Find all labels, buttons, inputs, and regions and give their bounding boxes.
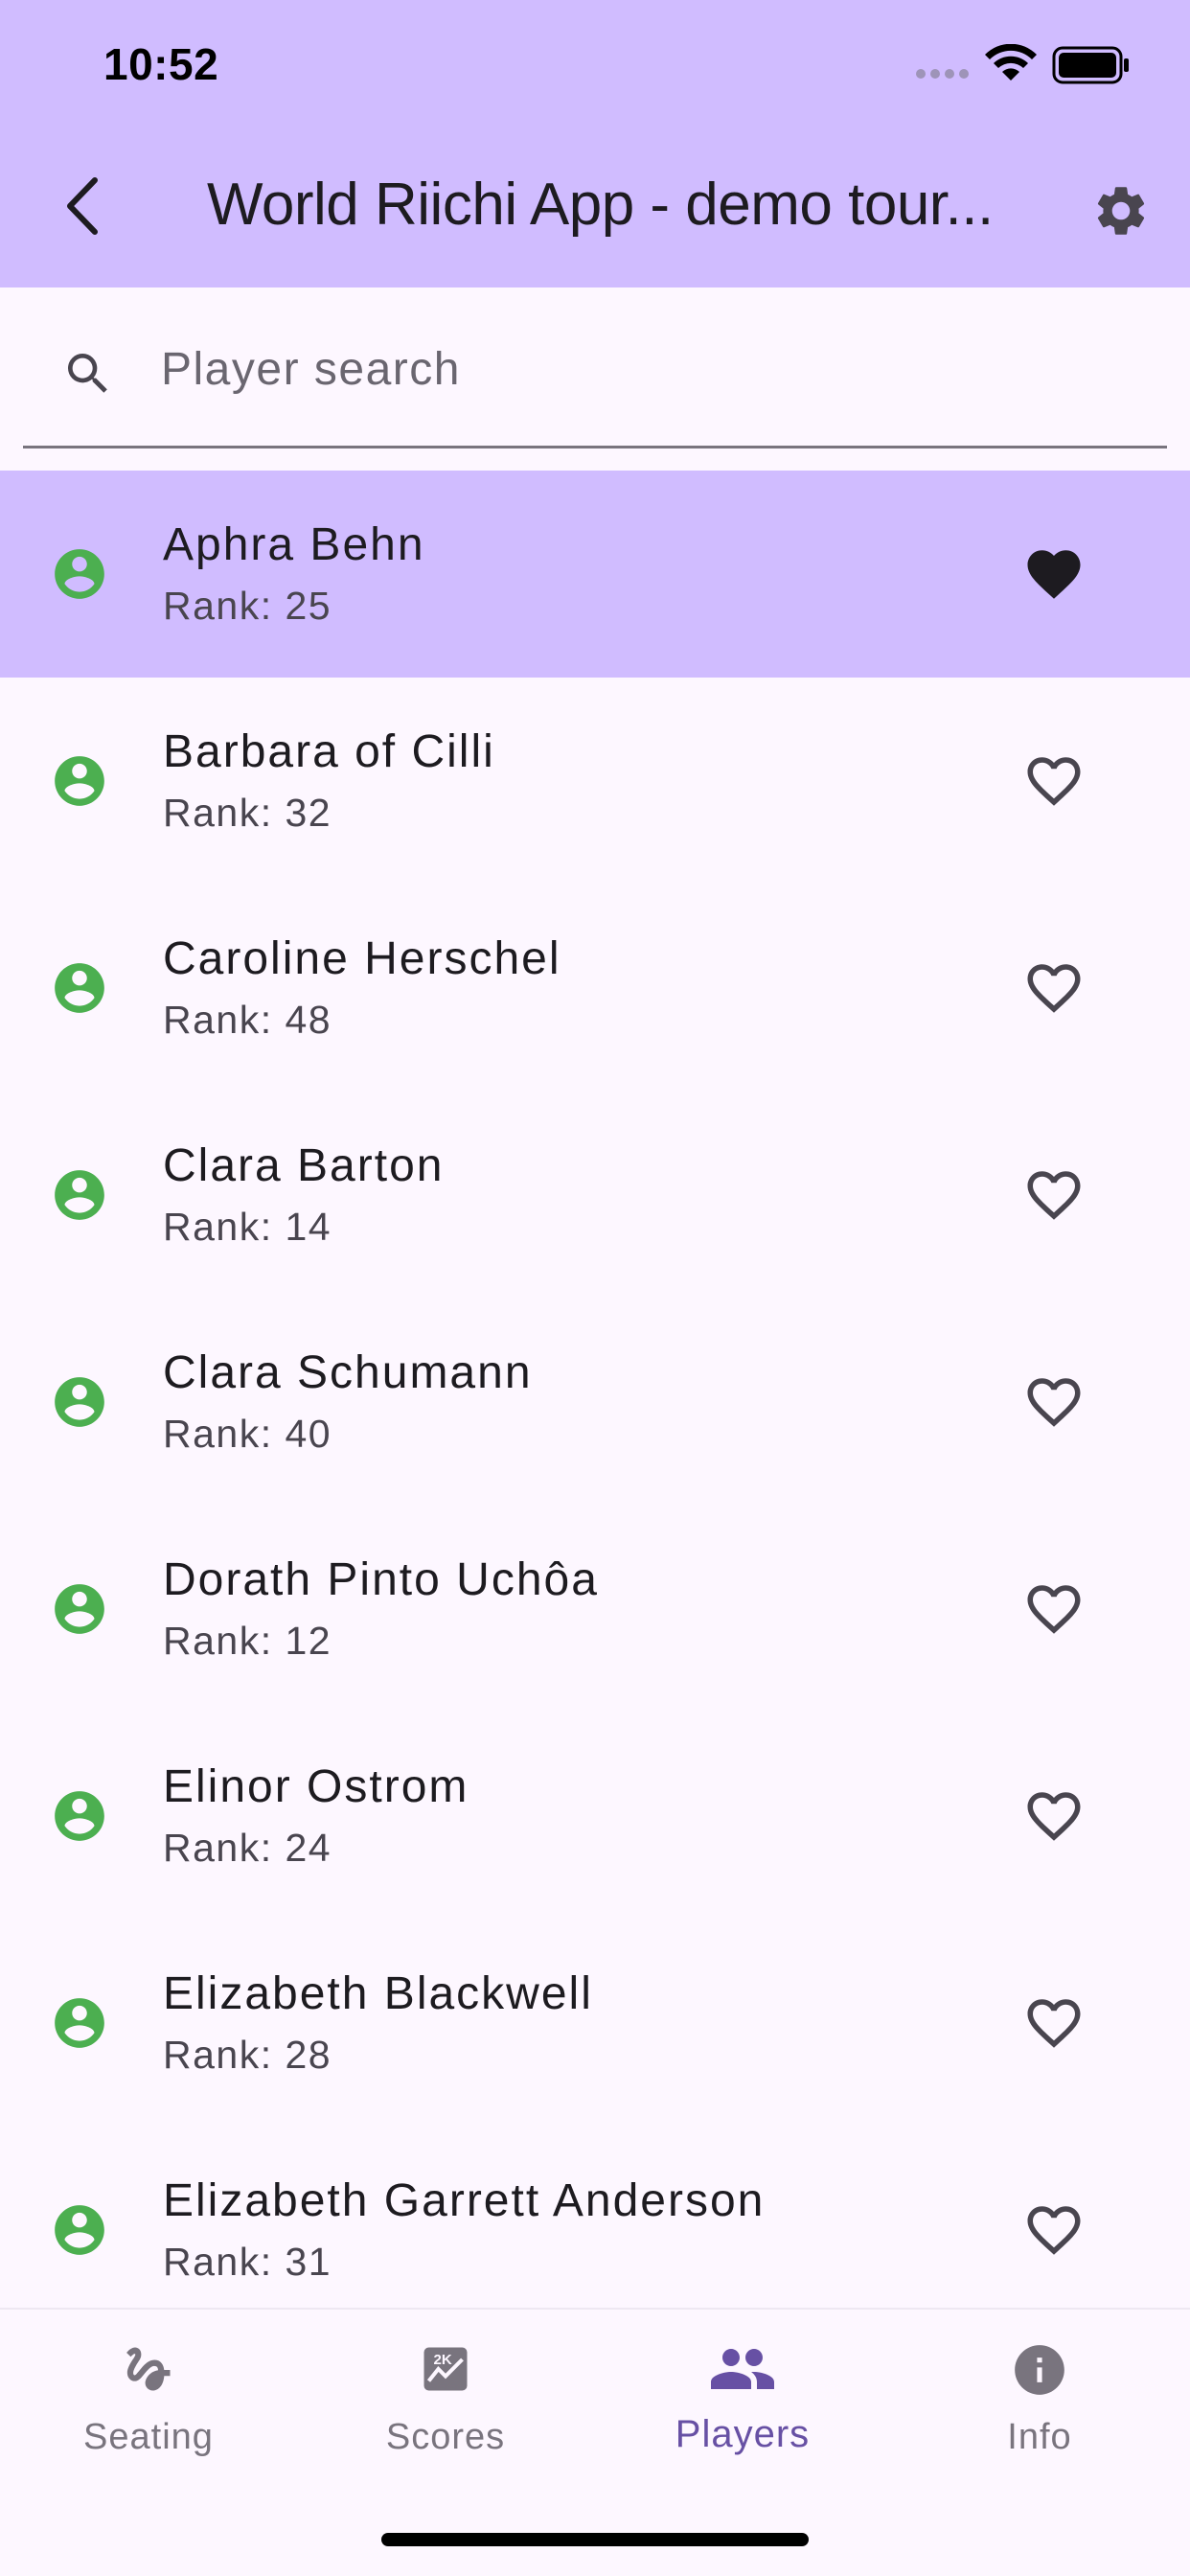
- player-list: Aphra Behn Rank: 25 Barbara of Cilli Ran…: [0, 471, 1190, 2334]
- nav-item-info[interactable]: Info: [891, 2310, 1188, 2501]
- heart-outline-icon: [1027, 1378, 1081, 1427]
- player-name: Clara Schumann: [163, 1347, 533, 1398]
- account-circle-icon: [55, 756, 104, 806]
- nav-label-players: Players: [675, 2413, 811, 2455]
- page-title: World Riichi App - demo tour...: [207, 172, 994, 238]
- player-rank: Rank: 40: [163, 1412, 332, 1456]
- account-circle-icon: [55, 1170, 104, 1220]
- player-rank: Rank: 32: [163, 791, 332, 835]
- account-circle-icon: [55, 549, 104, 599]
- favorite-button[interactable]: [1016, 1778, 1092, 1854]
- list-item[interactable]: Elinor Ostrom Rank: 24: [0, 1713, 1190, 1920]
- account-circle-icon: [55, 1584, 104, 1634]
- player-name: Elizabeth Garrett Anderson: [163, 2175, 766, 2226]
- player-name: Aphra Behn: [163, 519, 425, 570]
- heart-outline-icon: [1027, 757, 1081, 806]
- player-rank: Rank: 24: [163, 1826, 332, 1870]
- heart-outline-icon: [1027, 1585, 1081, 1634]
- list-item[interactable]: Caroline Herschel Rank: 48: [0, 885, 1190, 1092]
- heart-outline-icon: [1027, 2206, 1081, 2255]
- svg-text:2K: 2K: [434, 2352, 452, 2368]
- player-name: Barbara of Cilli: [163, 726, 495, 777]
- nav-item-seating[interactable]: Seating: [0, 2310, 297, 2501]
- nav-label-scores: Scores: [385, 2417, 506, 2457]
- player-rank: Rank: 25: [163, 584, 332, 628]
- favorite-button[interactable]: [1016, 1571, 1092, 1647]
- account-circle-icon: [55, 1377, 104, 1427]
- home-indicator[interactable]: [381, 2533, 809, 2546]
- nav-label-info: Info: [1007, 2417, 1072, 2457]
- favorite-button[interactable]: [1016, 950, 1092, 1026]
- heart-outline-icon: [1027, 964, 1081, 1013]
- search-input[interactable]: [161, 334, 1119, 404]
- list-item[interactable]: Clara Schumann Rank: 40: [0, 1299, 1190, 1506]
- heart-filled-icon: [1027, 550, 1081, 599]
- favorite-button[interactable]: [1016, 536, 1092, 612]
- list-item[interactable]: Clara Barton Rank: 14: [0, 1092, 1190, 1299]
- list-item[interactable]: Aphra Behn Rank: 25: [0, 471, 1190, 678]
- account-circle-icon: [55, 1791, 104, 1841]
- list-item[interactable]: Barbara of Cilli Rank: 32: [0, 678, 1190, 885]
- search-icon: [68, 354, 107, 393]
- scores-icon: 2K: [423, 2347, 468, 2391]
- player-rank: Rank: 14: [163, 1205, 332, 1249]
- heart-outline-icon: [1027, 1171, 1081, 1220]
- list-item[interactable]: Dorath Pinto Uchôa Rank: 12: [0, 1506, 1190, 1713]
- player-search: [23, 288, 1167, 448]
- player-rank: Rank: 28: [163, 2033, 332, 2077]
- gear-icon: [1097, 187, 1145, 235]
- heart-outline-icon: [1027, 1792, 1081, 1841]
- status-bar: 10:52: [0, 0, 1190, 125]
- player-name: Clara Barton: [163, 1140, 445, 1191]
- wifi-icon: [985, 44, 1037, 80]
- people-icon: [711, 2349, 774, 2389]
- favorite-button[interactable]: [1016, 743, 1092, 819]
- account-circle-icon: [55, 2205, 104, 2255]
- favorite-button[interactable]: [1016, 2192, 1092, 2268]
- app-bar: World Riichi App - demo tour...: [0, 125, 1190, 288]
- player-rank: Rank: 12: [163, 1619, 332, 1663]
- list-item[interactable]: Elizabeth Garrett Anderson Rank: 31: [0, 2127, 1190, 2334]
- player-name: Elinor Ostrom: [163, 1761, 469, 1812]
- player-rank: Rank: 48: [163, 998, 332, 1042]
- nav-item-players[interactable]: Players: [594, 2310, 891, 2501]
- chevron-left-icon: [67, 177, 98, 235]
- settings-button[interactable]: [1083, 172, 1159, 249]
- battery-icon: [1052, 46, 1129, 84]
- cellular-signal-icon: [916, 69, 969, 79]
- heart-outline-icon: [1027, 1999, 1081, 2048]
- info-icon: [1015, 2345, 1064, 2395]
- favorite-button[interactable]: [1016, 1157, 1092, 1233]
- player-rank: Rank: 31: [163, 2240, 332, 2284]
- list-item[interactable]: Elizabeth Blackwell Rank: 28: [0, 1920, 1190, 2127]
- player-name: Elizabeth Blackwell: [163, 1968, 593, 2019]
- back-button[interactable]: [48, 163, 115, 249]
- account-circle-icon: [55, 1998, 104, 2048]
- account-circle-icon: [55, 963, 104, 1013]
- seat-icon: [126, 2347, 171, 2391]
- status-time: 10:52: [103, 39, 219, 89]
- favorite-button[interactable]: [1016, 1364, 1092, 1440]
- player-name: Dorath Pinto Uchôa: [163, 1554, 599, 1605]
- nav-label-seating: Seating: [83, 2417, 214, 2457]
- nav-item-scores[interactable]: 2K Scores: [297, 2310, 594, 2501]
- favorite-button[interactable]: [1016, 1985, 1092, 2061]
- player-name: Caroline Herschel: [163, 933, 561, 984]
